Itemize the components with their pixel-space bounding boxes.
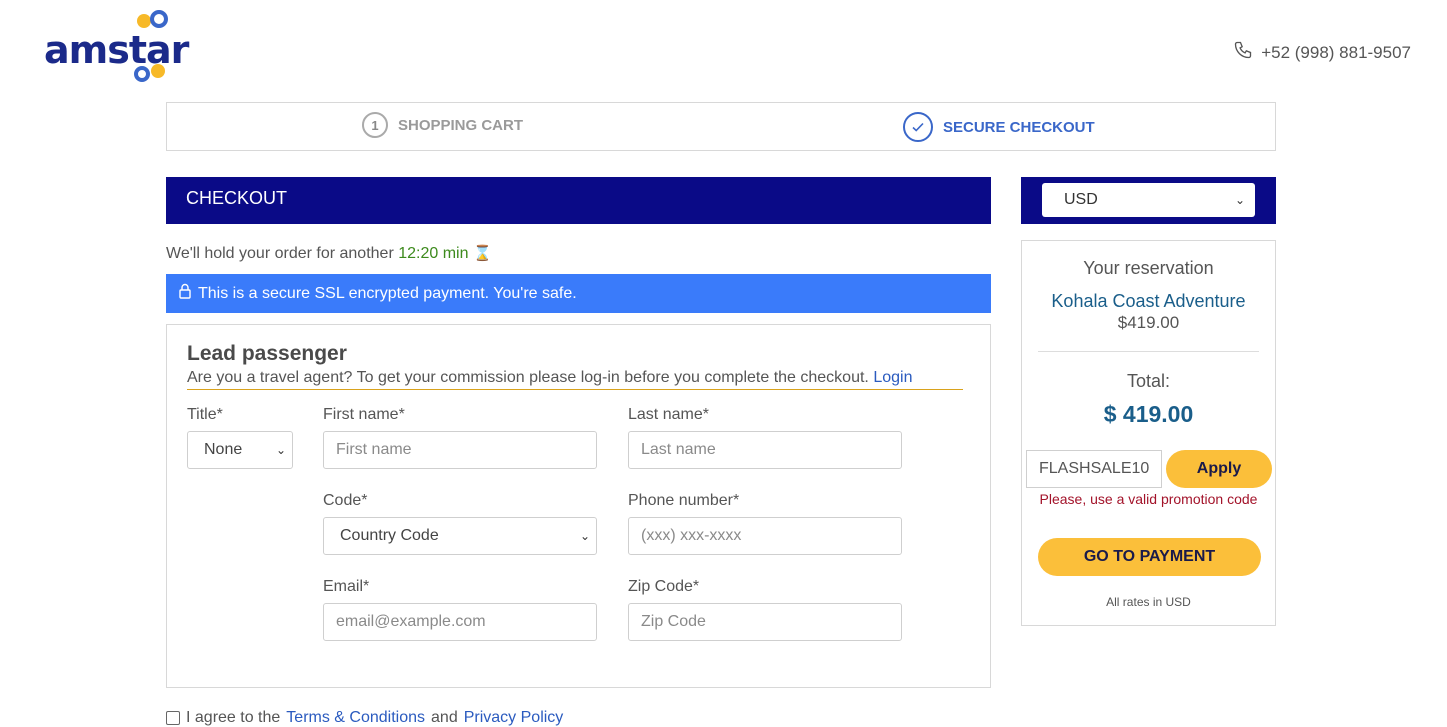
lead-passenger-title: Lead passenger	[187, 342, 347, 365]
zip-input[interactable]	[628, 603, 902, 641]
apply-button[interactable]: Apply	[1166, 450, 1272, 488]
currency-value: USD	[1064, 191, 1098, 208]
phone-number: +52 (998) 881-9507	[1261, 42, 1411, 62]
divider	[1038, 351, 1259, 352]
promo-code-input[interactable]: FLASHSALE10	[1026, 450, 1162, 488]
country-code-select[interactable]: Country Code ⌄	[323, 517, 597, 555]
step-shopping-cart[interactable]: 1 SHOPPING CART	[362, 112, 523, 138]
logo-dot-yellow	[137, 14, 151, 28]
chevron-down-icon: ⌄	[579, 529, 590, 543]
phone-label: Phone number*	[628, 492, 740, 509]
amstar-logo[interactable]: amstar	[44, 8, 194, 92]
checkout-steps: 1 SHOPPING CART SECURE CHECKOUT	[166, 102, 1276, 151]
currency-bar: USD ⌄	[1021, 177, 1276, 224]
checkout-title: CHECKOUT	[186, 188, 288, 208]
terms-agreement: I agree to the Terms & Conditions and Pr…	[166, 709, 563, 727]
last-name-label: Last name*	[628, 406, 709, 423]
total-label: Total:	[1126, 371, 1171, 391]
agree-checkbox[interactable]	[166, 711, 180, 725]
step-secure-checkout[interactable]: SECURE CHECKOUT	[903, 112, 1095, 142]
hold-timer: We'll hold your order for another 12:20 …	[166, 244, 492, 263]
step-label: SHOPPING CART	[398, 116, 524, 134]
chevron-down-icon: ⌄	[275, 443, 286, 457]
promo-error: Please, use a valid promotion code	[1039, 491, 1258, 507]
first-name-input[interactable]	[323, 431, 597, 469]
agree-and: and	[431, 709, 458, 726]
agent-text: Are you a travel agent? To get your comm…	[187, 369, 869, 386]
total-value: $ 419.00	[1103, 401, 1194, 427]
code-label: Code*	[323, 492, 368, 509]
zip-label: Zip Code*	[628, 578, 700, 595]
title-value: None	[204, 441, 243, 458]
email-label: Email*	[323, 578, 370, 595]
go-to-payment-button[interactable]: GO TO PAYMENT	[1038, 538, 1261, 576]
lead-passenger-form: Lead passenger Are you a travel agent? T…	[166, 324, 991, 688]
currency-select[interactable]: USD ⌄	[1042, 183, 1255, 217]
hourglass-icon: ⌛	[472, 245, 492, 262]
tour-price: $419.00	[1117, 313, 1180, 332]
first-name-label: First name*	[323, 406, 405, 423]
step-label: SECURE CHECKOUT	[943, 118, 1095, 136]
rates-note: All rates in USD	[1106, 595, 1191, 609]
phone-contact[interactable]: +52 (998) 881-9507	[1233, 40, 1411, 65]
chevron-down-icon: ⌄	[1234, 193, 1245, 207]
lock-icon	[178, 283, 192, 304]
logo-dot-blue-ring	[150, 10, 168, 28]
country-code-value: Country Code	[340, 527, 439, 544]
title-label: Title*	[187, 406, 223, 423]
terms-link[interactable]: Terms & Conditions	[286, 709, 425, 727]
logo-text: amstar	[44, 28, 189, 72]
hold-time: 12:20 min	[398, 245, 469, 262]
step-number-badge: 1	[362, 112, 388, 138]
last-name-input[interactable]	[628, 431, 902, 469]
reservation-summary: Your reservation Kohala Coast Adventure …	[1021, 240, 1276, 626]
phone-icon	[1233, 40, 1253, 65]
title-select[interactable]: None ⌄	[187, 431, 293, 469]
privacy-link[interactable]: Privacy Policy	[464, 709, 564, 727]
ssl-message: This is a secure SSL encrypted payment. …	[198, 284, 577, 302]
hold-text: We'll hold your order for another	[166, 245, 394, 262]
check-icon	[903, 112, 933, 142]
email-input[interactable]	[323, 603, 597, 641]
tour-name: Kohala Coast Adventure	[1051, 291, 1246, 311]
reservation-heading: Your reservation	[1083, 258, 1214, 278]
checkout-title-bar: CHECKOUT	[166, 177, 991, 224]
travel-agent-notice: Are you a travel agent? To get your comm…	[187, 369, 963, 390]
phone-input[interactable]	[628, 517, 902, 555]
ssl-banner: This is a secure SSL encrypted payment. …	[166, 274, 991, 313]
agree-prefix: I agree to the	[186, 709, 281, 726]
login-link[interactable]: Login	[873, 369, 912, 386]
